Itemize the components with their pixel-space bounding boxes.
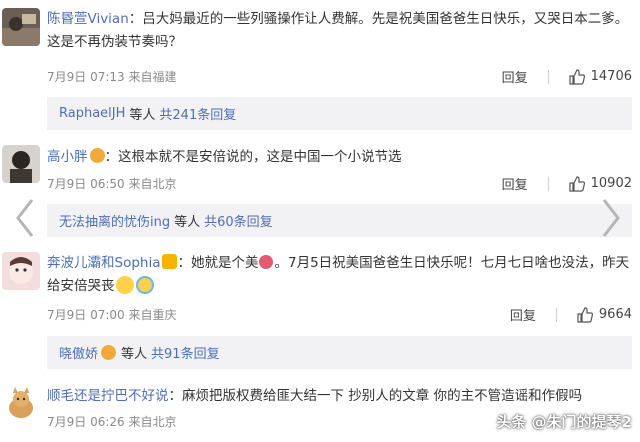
like-count: 10902 — [590, 176, 632, 191]
timestamp: 7月9日 06:26 — [47, 415, 125, 429]
avatar[interactable] — [2, 8, 40, 46]
avatar[interactable] — [2, 384, 40, 422]
reply-user[interactable]: 晓傲娇 — [59, 343, 98, 362]
source: 来自北京 — [128, 415, 177, 429]
username[interactable]: 顺毛还是拧巴不好说 — [47, 388, 169, 404]
smile-emoji-icon — [115, 276, 134, 294]
avatar[interactable] — [2, 145, 40, 183]
verified-v-icon — [162, 254, 178, 269]
reply-button[interactable]: 回复 — [502, 174, 528, 193]
comment-text: 麻烦把版权费给匪大结一下 抄别人的文章 你的主不管造谣和作假吗 — [182, 388, 583, 404]
divider — [547, 69, 549, 84]
like-button[interactable]: 14706 — [569, 68, 632, 85]
comment-meta: 7月9日 07:13 来自福建 — [47, 68, 177, 85]
timestamp: 7月9日 07:00 — [47, 308, 125, 322]
timestamp: 7月9日 06:50 — [47, 177, 125, 191]
username[interactable]: 高小胖 — [47, 149, 88, 165]
reply-count[interactable]: 共60条回复 — [204, 211, 273, 230]
reply-summary[interactable]: RaphaelJH 等人 共241条回复 — [47, 97, 632, 130]
user-badge-icon — [89, 148, 105, 163]
comment-meta: 7月9日 06:50 来自北京 — [47, 175, 177, 192]
reply-button[interactable]: 回复 — [502, 67, 528, 86]
comment-meta: 7月9日 07:00 来自重庆 — [47, 306, 177, 323]
thumbs-up-icon — [577, 306, 593, 323]
source: 来自福建 — [128, 70, 177, 84]
reply-button[interactable]: 回复 — [510, 305, 536, 324]
comment-meta: 7月9日 06:26 来自北京 — [47, 413, 177, 430]
heart-emoji-icon — [259, 255, 274, 269]
like-button[interactable]: 10902 — [569, 175, 632, 192]
reply-user[interactable]: 无法抽离的忧伤ing — [59, 211, 170, 230]
divider — [547, 176, 549, 191]
comment-text-line2: 给安倍哭丧 — [47, 278, 115, 294]
username[interactable]: 奔波儿灞和Sophia — [47, 255, 160, 271]
like-count: 9664 — [598, 307, 632, 322]
chevron-left-icon[interactable] — [14, 196, 36, 240]
comment-text-cont: 。7月5日祝美国爸爸生日快乐呢！七月七日啥也没法，昨天 — [274, 255, 630, 271]
username[interactable]: 陈昬萱Vivian — [47, 11, 129, 27]
avatar[interactable] — [2, 252, 40, 290]
comment-text: 吕大妈最近的一些列骚操作让人费解。先是祝美国爸爸生日快乐，又哭日本二爹。 — [142, 11, 629, 27]
timestamp: 7月9日 07:13 — [47, 70, 125, 84]
source: 来自北京 — [128, 177, 177, 191]
badge-icon — [101, 345, 117, 360]
reply-summary[interactable]: 晓傲娇 等人 共91条回复 — [47, 336, 632, 369]
watermark: 头条 @朱门的提琴2 — [496, 413, 632, 431]
like-button[interactable]: 9664 — [577, 306, 632, 323]
cry-emoji-icon — [135, 276, 154, 294]
chevron-right-icon[interactable] — [600, 196, 622, 240]
reply-count[interactable]: 共241条回复 — [159, 104, 236, 123]
reply-user[interactable]: RaphaelJH — [59, 106, 125, 121]
thumbs-up-icon — [569, 175, 585, 192]
reply-count[interactable]: 共91条回复 — [151, 343, 220, 362]
comment-text: 这根本就不是安倍说的，这是中国一个小说节选 — [118, 149, 402, 165]
source: 来自重庆 — [128, 308, 177, 322]
thumbs-up-icon — [569, 68, 585, 85]
comment-text-cont: 这是不再伪装节奏吗？ — [47, 34, 182, 50]
reply-summary[interactable]: 无法抽离的忧伤ing 等人 共60条回复 — [47, 204, 632, 237]
like-count: 14706 — [590, 69, 632, 84]
comment-text: 她就是个美 — [190, 255, 259, 271]
divider — [555, 307, 557, 322]
